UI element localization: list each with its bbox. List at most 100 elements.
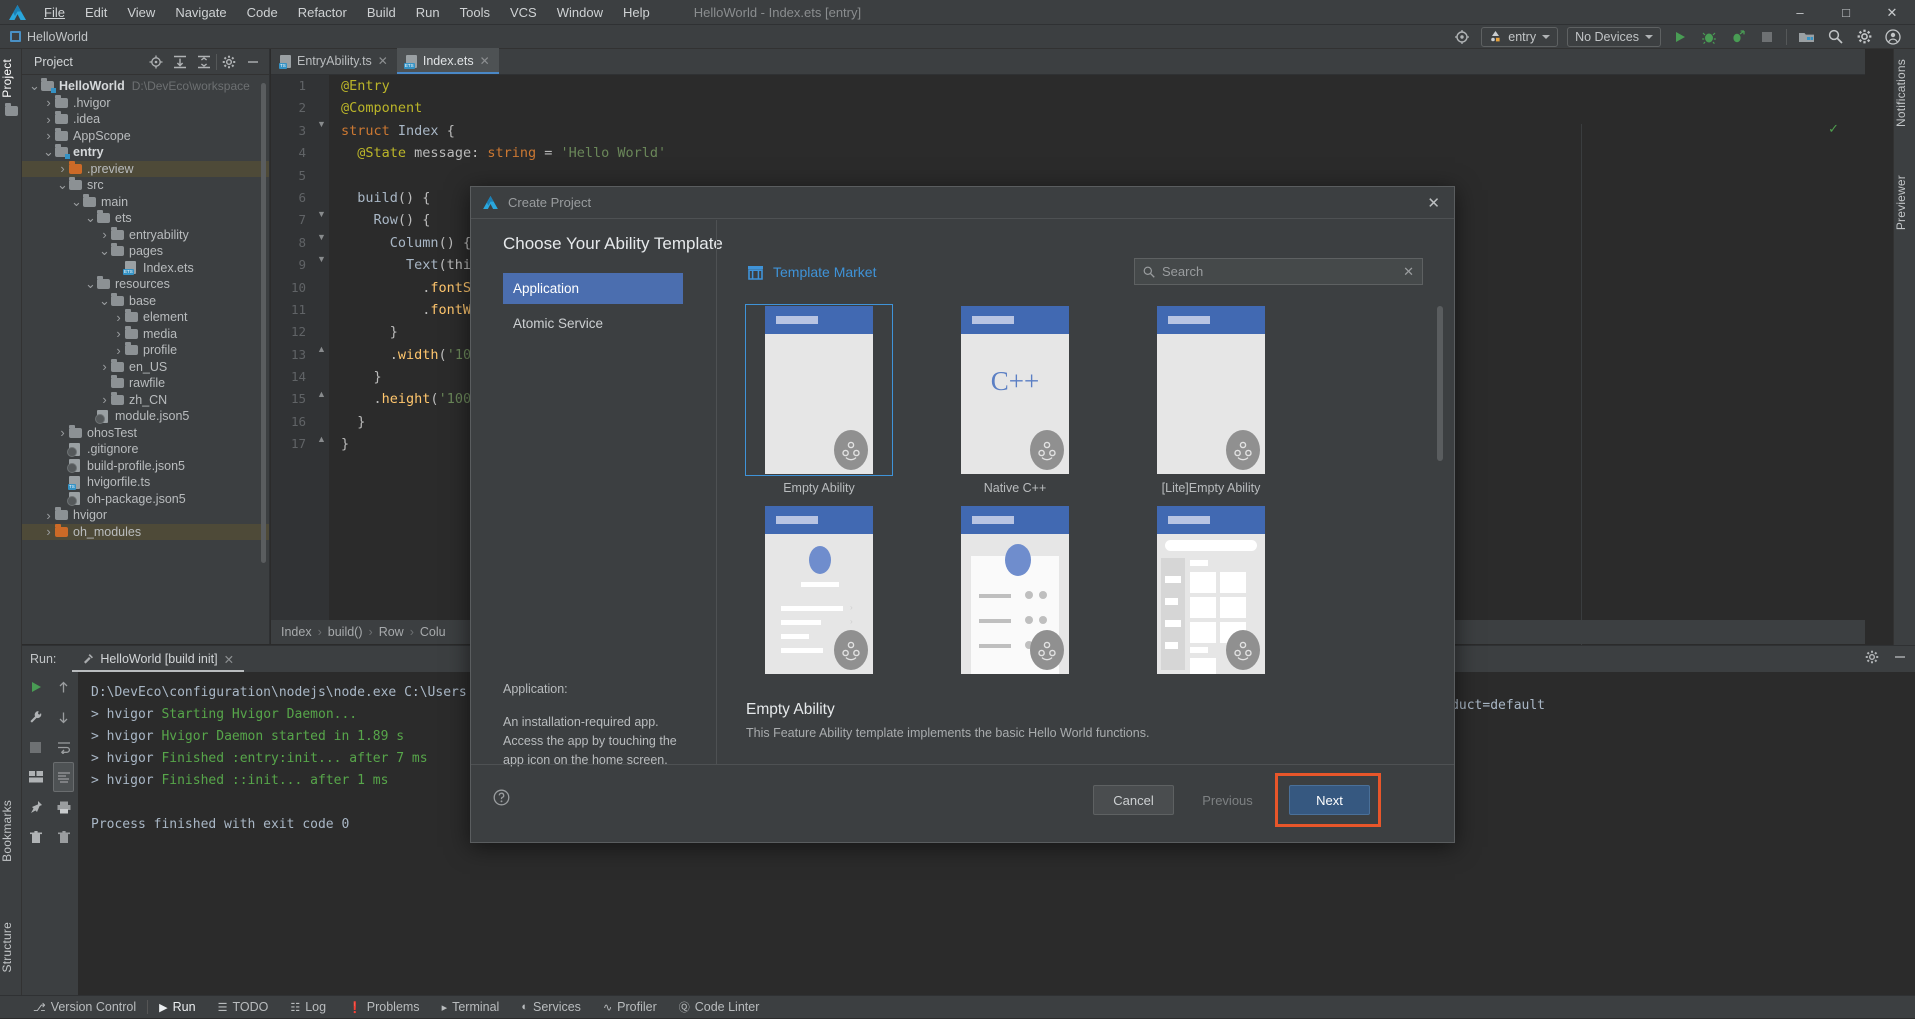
mock-dot bbox=[1039, 591, 1047, 599]
app-logo-icon bbox=[0, 5, 34, 20]
mock-row bbox=[781, 620, 821, 625]
template-card-list[interactable]: › › › › bbox=[745, 504, 893, 676]
sidebar-tab-previewer[interactable]: Previewer bbox=[1894, 169, 1915, 236]
mock-sidebar-item bbox=[1165, 620, 1181, 627]
template-card-lite-empty-ability[interactable]: [Lite]Empty Ability bbox=[1137, 304, 1285, 495]
mock-app-bar bbox=[961, 306, 1069, 334]
selected-template-title: Empty Ability bbox=[746, 701, 835, 719]
menu-view[interactable]: View bbox=[117, 0, 165, 25]
harmony-badge-icon bbox=[1226, 630, 1260, 670]
sidebar-tab-notifications[interactable]: Notifications bbox=[1894, 53, 1915, 133]
status-tab-label: Version Control bbox=[51, 1000, 136, 1014]
store-icon bbox=[747, 265, 764, 280]
window-title: HelloWorld - Index.ets [entry] bbox=[694, 5, 861, 20]
menu-refactor[interactable]: Refactor bbox=[288, 0, 357, 25]
mock-row bbox=[979, 619, 1011, 623]
menu-build[interactable]: Build bbox=[357, 0, 406, 25]
device-selector[interactable]: No Devices bbox=[1567, 27, 1661, 47]
maximize-button[interactable]: □ bbox=[1823, 0, 1869, 25]
main-toolbar: HelloWorld entry No Devices bbox=[0, 25, 1915, 49]
mock-row bbox=[979, 594, 1011, 598]
mock-tile bbox=[1190, 572, 1216, 593]
template-card-grid[interactable] bbox=[1137, 504, 1285, 676]
menu-edit[interactable]: Edit bbox=[75, 0, 117, 25]
menu-run[interactable]: Run bbox=[406, 0, 450, 25]
template-card-empty-ability[interactable]: Empty Ability bbox=[745, 304, 893, 495]
device-manager-icon[interactable] bbox=[1796, 27, 1816, 47]
window-controls: – □ ✕ bbox=[1777, 0, 1915, 25]
dialog-category-column: Application Atomic Service Application: … bbox=[471, 220, 717, 764]
toolbar-project-name: HelloWorld bbox=[27, 30, 88, 44]
status-tab-label: Terminal bbox=[452, 1000, 499, 1014]
status-tab-label: Run bbox=[173, 1000, 196, 1014]
status-tab-todo[interactable]: ☰ TODO bbox=[207, 996, 280, 1019]
previous-button: Previous bbox=[1187, 785, 1268, 815]
gear-icon[interactable] bbox=[1854, 27, 1874, 47]
cancel-button[interactable]: Cancel bbox=[1093, 785, 1174, 815]
status-tab-run[interactable]: ▶Run bbox=[148, 996, 206, 1019]
template-grid[interactable]: Empty Ability C++ Native C++ bbox=[745, 304, 1426, 694]
problems-icon: ❗ bbox=[348, 1001, 362, 1014]
menu-window[interactable]: Window bbox=[547, 0, 613, 25]
todo-icon: ☰ bbox=[218, 1001, 228, 1014]
sidebar-tab-structure[interactable]: Structure bbox=[0, 916, 22, 979]
profile-button[interactable] bbox=[1728, 27, 1748, 47]
search-icon bbox=[1143, 266, 1155, 278]
template-card-preview bbox=[941, 504, 1089, 676]
mock-label bbox=[1190, 560, 1208, 566]
minimize-button[interactable]: – bbox=[1777, 0, 1823, 25]
deveco-logo-icon bbox=[483, 196, 498, 209]
help-icon[interactable] bbox=[493, 789, 510, 809]
close-icon[interactable]: ✕ bbox=[1427, 194, 1440, 212]
sidebar-tab-project[interactable]: Project bbox=[0, 53, 22, 116]
target-icon[interactable] bbox=[1452, 27, 1472, 47]
status-tab-services[interactable]: ◐Services bbox=[510, 996, 592, 1019]
status-tab-code-linter[interactable]: ⓆCode Linter bbox=[668, 996, 771, 1019]
status-tab-label: Services bbox=[533, 1000, 581, 1014]
mock-row bbox=[781, 648, 823, 653]
project-folder-icon bbox=[0, 106, 22, 116]
harmony-badge-icon bbox=[1226, 430, 1260, 470]
search-icon[interactable] bbox=[1825, 27, 1845, 47]
status-tab-profiler[interactable]: ∿Profiler bbox=[592, 996, 668, 1019]
menu-navigate[interactable]: Navigate bbox=[165, 0, 236, 25]
close-button[interactable]: ✕ bbox=[1869, 0, 1915, 25]
debug-button[interactable] bbox=[1699, 27, 1719, 47]
log-icon: ☷ bbox=[290, 1001, 300, 1014]
account-icon[interactable] bbox=[1883, 27, 1903, 47]
template-search-field[interactable]: Search ✕ bbox=[1134, 258, 1423, 285]
mock-sidebar-item bbox=[1165, 576, 1181, 583]
menu-file[interactable]: File bbox=[34, 0, 75, 25]
minimize-icon[interactable] bbox=[1893, 650, 1907, 667]
template-card-card[interactable] bbox=[941, 504, 1089, 676]
status-tab-terminal[interactable]: ▸Terminal bbox=[431, 996, 511, 1019]
run-button[interactable] bbox=[1670, 27, 1690, 47]
harmony-badge-icon bbox=[834, 630, 868, 670]
template-market-link[interactable]: Template Market bbox=[747, 264, 876, 280]
status-tab-version-control[interactable]: ⎇Version Control bbox=[22, 996, 147, 1019]
mock-row bbox=[781, 606, 843, 611]
status-tab-label: TODO bbox=[232, 1000, 268, 1014]
menu-tools[interactable]: Tools bbox=[450, 0, 500, 25]
menu-help[interactable]: Help bbox=[613, 0, 660, 25]
status-tab-problems[interactable]: ❗Problems bbox=[337, 996, 431, 1019]
run-configuration-selector[interactable]: entry bbox=[1481, 27, 1558, 47]
template-phone-mock: › › › › bbox=[765, 506, 873, 674]
clear-icon[interactable]: ✕ bbox=[1403, 264, 1414, 280]
mock-sidebar-item bbox=[1165, 642, 1178, 649]
harmony-badge-icon bbox=[1030, 430, 1064, 470]
mock-search-bar bbox=[1165, 540, 1257, 551]
category-atomic-service[interactable]: Atomic Service bbox=[503, 308, 683, 339]
status-tab-log[interactable]: ☷Log bbox=[279, 996, 337, 1019]
category-application[interactable]: Application bbox=[503, 273, 683, 304]
template-grid-scrollbar[interactable] bbox=[1437, 306, 1443, 461]
menu-code[interactable]: Code bbox=[237, 0, 288, 25]
menu-view-label: View bbox=[127, 5, 155, 20]
template-card-native-cpp[interactable]: C++ Native C++ bbox=[941, 304, 1089, 495]
menu-vcs[interactable]: VCS bbox=[500, 0, 547, 25]
mock-app-bar bbox=[961, 506, 1069, 534]
dialog-footer: Cancel Previous Next bbox=[471, 764, 1454, 842]
status-tab-label: Profiler bbox=[617, 1000, 657, 1014]
sidebar-tab-bookmarks[interactable]: Bookmarks bbox=[0, 794, 22, 868]
status-bar: ⎇Version Control▶Run ☰ TODO ☷Log❗Problems▸T… bbox=[0, 995, 1915, 1018]
